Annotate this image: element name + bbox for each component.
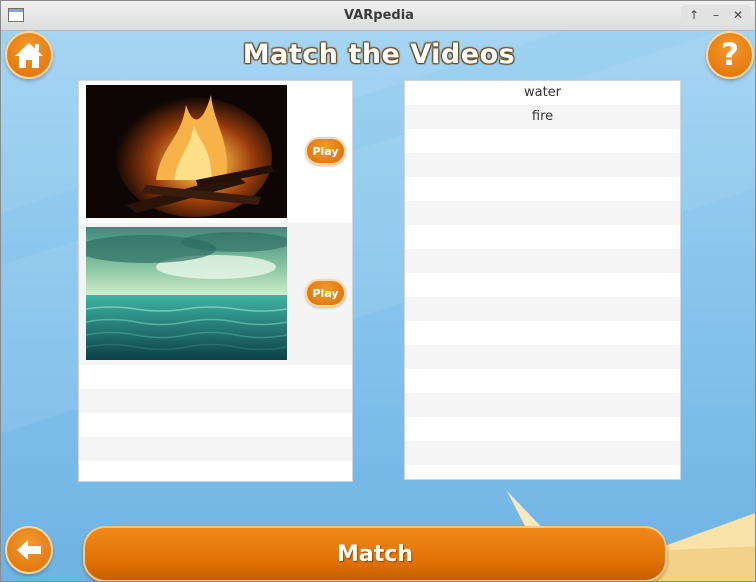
empty-row	[405, 273, 680, 297]
empty-row	[405, 177, 680, 201]
word-list[interactable]: water fire	[404, 80, 681, 480]
empty-row	[405, 321, 680, 345]
window-controls: ↑ – ✕	[681, 5, 751, 25]
back-button[interactable]	[5, 526, 53, 574]
main-content: ? Match the Videos Play Play water fire …	[1, 31, 755, 581]
window-titlebar: VARpedia ↑ – ✕	[1, 1, 755, 31]
empty-row	[405, 441, 680, 465]
close-button[interactable]: ✕	[729, 6, 747, 24]
word-list-item[interactable]: fire	[405, 105, 680, 129]
match-button[interactable]: Match	[83, 526, 667, 581]
play-button[interactable]: Play	[305, 137, 346, 165]
empty-row	[405, 129, 680, 153]
empty-row	[405, 345, 680, 369]
maximize-button[interactable]: ↑	[685, 6, 703, 24]
page-title: Match the Videos	[242, 39, 516, 70]
empty-row	[405, 249, 680, 273]
video-list[interactable]: Play Play	[78, 80, 353, 482]
empty-row	[405, 417, 680, 441]
minimize-button[interactable]: –	[707, 6, 725, 24]
empty-row	[405, 465, 680, 479]
word-list-rows: water fire	[405, 81, 680, 479]
video-list-item[interactable]: Play	[79, 223, 352, 365]
play-button[interactable]: Play	[305, 279, 346, 307]
video-list-item[interactable]: Play	[79, 81, 352, 223]
back-arrow-icon	[17, 540, 41, 560]
empty-row	[405, 393, 680, 417]
app-window: VARpedia ↑ – ✕ ? Match the Videos Play P…	[0, 0, 756, 582]
empty-row	[405, 297, 680, 321]
video-list-empty-rows	[79, 365, 352, 481]
campfire-thumbnail	[86, 85, 287, 218]
window-title: VARpedia	[344, 8, 414, 23]
ocean-thumbnail	[86, 227, 287, 360]
empty-row	[405, 369, 680, 393]
empty-row	[405, 225, 680, 249]
empty-row	[405, 153, 680, 177]
word-list-item[interactable]: water	[405, 81, 680, 105]
empty-row	[405, 201, 680, 225]
